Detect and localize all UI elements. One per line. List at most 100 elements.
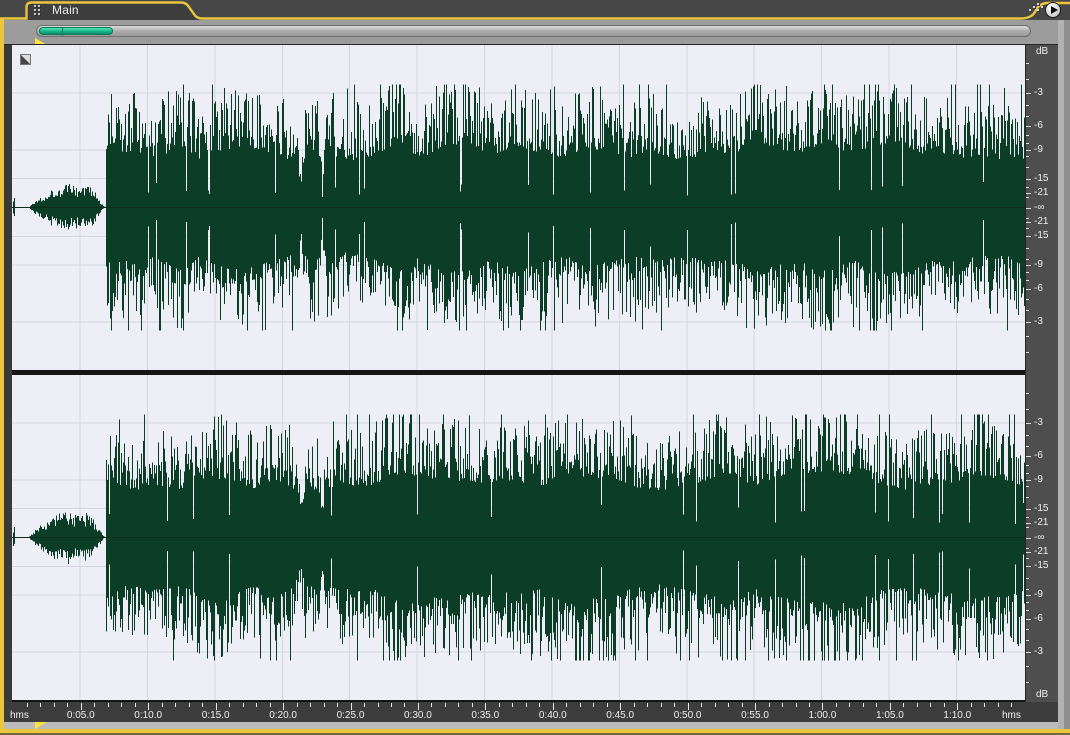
time-minor-tick bbox=[701, 703, 703, 707]
db-level-ruler[interactable]: -3 -3 -6 -6 -9 -9 -15 -15 -21 -21 -∞ dB -3 -3 -6 -6 -9 -9… bbox=[1025, 45, 1058, 702]
db-minor-tick bbox=[1026, 393, 1029, 395]
time-minor-tick bbox=[337, 703, 338, 707]
time-minor-tick bbox=[310, 703, 311, 707]
db-minor-tick bbox=[1026, 557, 1029, 559]
time-label: 1:00.0 bbox=[808, 710, 837, 721]
time-label: 0:45.0 bbox=[606, 710, 635, 721]
db-tick bbox=[1026, 595, 1031, 596]
time-label: 0:50.0 bbox=[673, 710, 702, 721]
tab-list-play-button[interactable] bbox=[1045, 2, 1061, 18]
db-minor-tick bbox=[1026, 465, 1029, 467]
time-minor-tick bbox=[849, 703, 851, 707]
db-tick bbox=[1026, 150, 1031, 151]
time-minor-tick bbox=[741, 703, 743, 707]
db-label: -3 bbox=[1034, 646, 1043, 658]
time-major-tick bbox=[889, 703, 891, 710]
db-tick bbox=[1026, 523, 1031, 525]
db-label: -∞ bbox=[1034, 201, 1045, 213]
db-tick bbox=[1026, 618, 1031, 620]
db-label: -15 bbox=[1034, 560, 1049, 572]
edit-tool-selector-icon[interactable] bbox=[20, 54, 31, 65]
db-label: -6 bbox=[1034, 612, 1043, 624]
db-minor-tick bbox=[1026, 446, 1029, 448]
db-minor-tick bbox=[1026, 473, 1029, 474]
waveform-svg-left bbox=[12, 45, 1025, 370]
time-minor-tick bbox=[175, 703, 177, 707]
db-minor-tick bbox=[1026, 609, 1029, 611]
db-minor-tick bbox=[1026, 336, 1029, 338]
db-minor-tick bbox=[1026, 78, 1029, 80]
db-minor-tick bbox=[1026, 486, 1029, 488]
time-minor-tick bbox=[323, 703, 325, 707]
db-label: -6 bbox=[1034, 282, 1043, 294]
time-minor-tick bbox=[256, 703, 258, 707]
db-tick bbox=[1026, 422, 1031, 424]
db-minor-tick bbox=[1026, 227, 1029, 229]
db-label: -9 bbox=[1034, 474, 1043, 485]
overview-scrollbar-thumb[interactable] bbox=[39, 27, 113, 36]
db-minor-tick bbox=[1026, 309, 1029, 311]
db-minor-tick bbox=[1026, 187, 1029, 189]
time-label: 0:25.0 bbox=[336, 710, 365, 721]
time-label: 0:10.0 bbox=[134, 710, 163, 721]
waveform-channel-left[interactable] bbox=[12, 45, 1025, 370]
db-unit-label: dB bbox=[1036, 689, 1049, 700]
time-minor-tick bbox=[728, 703, 730, 707]
time-major-tick bbox=[417, 703, 419, 710]
time-minor-tick bbox=[498, 703, 500, 707]
db-label: -21 bbox=[1034, 517, 1049, 529]
time-minor-tick bbox=[768, 703, 770, 707]
time-major-tick bbox=[755, 703, 756, 710]
db-minor-tick bbox=[1026, 272, 1029, 273]
overview-scrollbar-track[interactable] bbox=[36, 25, 1031, 37]
waveform-channel-right[interactable] bbox=[12, 375, 1025, 700]
db-minor-tick bbox=[1026, 628, 1029, 630]
time-major-tick bbox=[552, 703, 554, 710]
time-minor-tick bbox=[229, 703, 231, 707]
tab-overflow-grip-icon bbox=[1025, 2, 1043, 14]
right-gutter-outer bbox=[1064, 20, 1070, 729]
time-minor-tick bbox=[188, 703, 190, 707]
db-label: -15 bbox=[1034, 230, 1049, 242]
time-label: 1:05.0 bbox=[875, 710, 904, 721]
db-minor-tick bbox=[1026, 547, 1029, 549]
db-minor-tick bbox=[1026, 602, 1029, 603]
db-minor-tick bbox=[1026, 63, 1029, 65]
db-tick bbox=[1026, 207, 1031, 209]
time-label: 1:10.0 bbox=[943, 710, 972, 721]
time-ruler[interactable]: 0:05.0 0:10.0 0:15.0 0:20.0 0:25.0 0:30.0 0:35… bbox=[4, 702, 1058, 722]
time-minor-tick bbox=[471, 703, 473, 707]
db-label: -3 bbox=[1034, 86, 1043, 98]
db-minor-tick bbox=[1026, 116, 1029, 118]
db-tick bbox=[1026, 193, 1031, 195]
time-minor-tick bbox=[512, 703, 514, 707]
time-minor-tick bbox=[134, 703, 136, 707]
db-tick bbox=[1026, 126, 1031, 128]
db-unit-label: dB bbox=[1036, 46, 1049, 57]
time-major-tick bbox=[148, 703, 150, 710]
db-minor-tick bbox=[1026, 248, 1029, 250]
tab-main[interactable]: Main bbox=[52, 3, 79, 17]
time-minor-tick bbox=[67, 703, 69, 707]
time-minor-tick bbox=[53, 703, 55, 707]
bottom-strip bbox=[4, 722, 1058, 729]
time-major-tick bbox=[350, 703, 352, 710]
tab-grip-icon bbox=[34, 5, 42, 16]
db-minor-tick bbox=[1026, 143, 1029, 144]
db-label: -∞ bbox=[1034, 531, 1045, 543]
db-minor-tick bbox=[1026, 666, 1029, 668]
time-minor-tick bbox=[633, 703, 635, 707]
time-minor-tick bbox=[862, 703, 864, 707]
db-tick bbox=[1026, 221, 1031, 223]
db-minor-tick bbox=[1026, 217, 1029, 219]
thumb-divider bbox=[62, 28, 63, 36]
time-minor-tick bbox=[997, 703, 999, 707]
db-tick bbox=[1026, 456, 1031, 458]
db-minor-tick bbox=[1026, 639, 1029, 641]
time-major-tick bbox=[485, 703, 487, 710]
db-tick bbox=[1026, 178, 1031, 180]
time-minor-tick bbox=[269, 703, 271, 707]
db-tick bbox=[1026, 566, 1031, 568]
db-minor-tick bbox=[1026, 258, 1029, 260]
time-major-tick bbox=[80, 703, 82, 710]
